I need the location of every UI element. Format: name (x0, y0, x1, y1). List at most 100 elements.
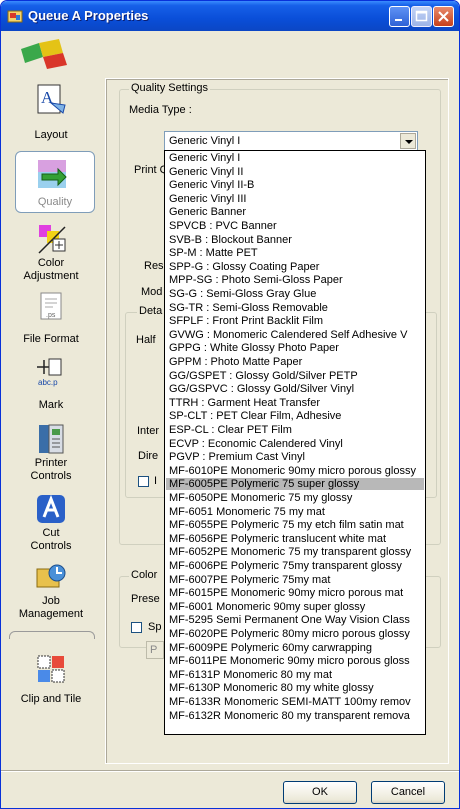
media-option[interactable]: PGVP : Premium Cast Vinyl (166, 451, 424, 463)
media-option[interactable]: MF-6010PE Monomeric 90my micro porous gl… (166, 465, 424, 477)
media-type-label: Media Type : (129, 104, 192, 116)
detail-group-title: Deta (137, 305, 164, 317)
sidebar-item-cut-controls[interactable]: Cut Controls (1, 493, 101, 553)
properties-window: Queue A Properties A Layout Quality Colo… (0, 0, 460, 809)
spot-color-label: Sp (148, 621, 162, 633)
media-option[interactable]: SPP-G : Glossy Coating Paper (166, 261, 424, 273)
sidebar-label-color-adjustment: Color Adjustment (23, 257, 79, 282)
spot-color-checkbox[interactable] (131, 622, 142, 633)
media-option[interactable]: MF-6056PE Polymeric translucent white ma… (166, 533, 424, 545)
cancel-button[interactable]: Cancel (371, 781, 445, 804)
mode-label: Mod (141, 286, 163, 298)
media-option[interactable]: MF-6001 Monomeric 90my super glossy (166, 601, 424, 613)
cut-controls-icon (37, 494, 65, 523)
media-type-dropdown[interactable]: Generic Vinyl I Generic Vinyl II Generic V… (164, 150, 426, 735)
media-option[interactable]: MF-6015PE Monomeric 90my micro porous ma… (166, 587, 424, 599)
sidebar-item-clip-and-tile[interactable]: Clip and Tile (1, 653, 101, 709)
media-option[interactable]: Generic Vinyl II (166, 166, 424, 178)
minimize-button[interactable] (389, 6, 410, 27)
interpolation-label: Inter (137, 425, 160, 437)
detail-checkbox[interactable] (138, 476, 149, 487)
sidebar-label-printer-controls: Printer Controls (30, 457, 72, 482)
resolution-label: Res (144, 260, 164, 272)
media-type-value: Generic Vinyl I (169, 135, 241, 147)
media-option[interactable]: SP-CLT : PET Clear Film, Adhesive (166, 410, 424, 422)
media-option[interactable]: Generic Vinyl I (166, 152, 424, 164)
media-option[interactable]: SFPLF : Front Print Backlit Film (166, 315, 424, 327)
maximize-button[interactable] (411, 6, 432, 27)
sidebar-item-job-management[interactable]: Job Management (1, 561, 101, 621)
app-icon (7, 10, 23, 23)
media-option[interactable]: Generic Vinyl III (166, 193, 424, 205)
media-option[interactable]: MF-6131P Monomeric 80 my mat (166, 669, 424, 681)
media-option[interactable]: MF-6009PE Polymeric 60my carwrapping (166, 642, 424, 654)
media-option[interactable]: ESP-CL : Clear PET Film (166, 424, 424, 436)
sidebar: A Layout Quality Color Adjustment .ps Fi… (1, 79, 101, 729)
close-button[interactable] (433, 6, 454, 27)
sidebar-item-mark[interactable]: abc.p Mark (1, 357, 101, 413)
media-option[interactable]: MF-6007PE Polymeric 75my mat (166, 574, 424, 586)
media-option[interactable]: GG/GSPVC : Glossy Gold/Silver Vinyl (166, 383, 424, 395)
media-option[interactable]: SG-TR : Semi-Gloss Removable (166, 302, 424, 314)
ok-button[interactable]: OK (283, 781, 357, 804)
quality-settings-title: Quality Settings (129, 82, 211, 94)
media-option[interactable]: SVB-B : Blockout Banner (166, 234, 424, 246)
media-option[interactable]: MF-6133R Monomeric SEMI-MATT 100my remov (166, 696, 424, 708)
media-option[interactable]: ECVP : Economic Calendered Vinyl (166, 438, 424, 450)
quality-icon (38, 160, 67, 188)
sidebar-label-layout: Layout (34, 129, 68, 141)
media-option[interactable]: SG-G : Semi-Gloss Gray Glue (166, 288, 424, 300)
sidebar-label-mark: Mark (38, 399, 64, 411)
media-option[interactable]: MF-6052PE Monomeric 75 my transparent gl… (166, 546, 424, 558)
color-profile-button[interactable]: P (146, 641, 164, 659)
media-option[interactable]: MF-6130P Monomeric 80 my white glossy (166, 682, 424, 694)
media-option[interactable]: GVWG : Monomeric Calendered Self Adhesiv… (166, 329, 424, 341)
media-option[interactable]: MF-6005PE Polymeric 75 super glossy (166, 478, 424, 491)
brand-logo-icon (21, 39, 67, 69)
media-option[interactable]: GPPM : Photo Matte Paper (166, 356, 424, 368)
media-option[interactable]: Generic Vinyl II-B (166, 179, 424, 191)
media-option[interactable]: MF-6011PE Monomeric 90my micro porous gl… (166, 655, 424, 667)
job-management-icon (36, 564, 66, 588)
sidebar-item-color-adjustment[interactable]: Color Adjustment (1, 223, 101, 283)
media-option[interactable]: MPP-SG : Photo Semi-Gloss Paper (166, 274, 424, 286)
media-option[interactable]: MF-6055PE Polymeric 75 my etch film sati… (166, 519, 424, 531)
sidebar-label-file-format: File Format (23, 333, 79, 345)
sidebar-label-cut-controls: Cut Controls (30, 527, 72, 552)
media-option[interactable]: MF-6050PE Monomeric 75 my glossy (166, 492, 424, 504)
sidebar-item-quality[interactable]: Quality (15, 151, 95, 213)
media-option[interactable]: TTRH : Garment Heat Transfer (166, 397, 424, 409)
sidebar-label-job-management: Job Management (18, 595, 84, 620)
sidebar-label-clip-and-tile: Clip and Tile (20, 693, 82, 705)
title-bar[interactable]: Queue A Properties (1, 1, 459, 31)
chevron-down-icon[interactable] (400, 133, 416, 149)
sidebar-label-quality: Quality (37, 196, 73, 208)
color-group-title: Color (129, 569, 164, 581)
media-option[interactable]: MF-6051 Monomeric 75 my mat (166, 506, 424, 518)
maximize-icon (415, 10, 428, 22)
clip-and-tile-icon (37, 655, 65, 683)
layout-icon: A (37, 84, 66, 114)
close-icon (438, 11, 449, 22)
print-quality-label: Print Q (134, 164, 164, 176)
window-title: Queue A Properties (28, 8, 149, 23)
preset-label: Prese (131, 593, 160, 605)
svg-text:abc.p: abc.p (38, 378, 58, 387)
printer-controls-icon (39, 424, 64, 454)
detail-checkbox-label: I (154, 475, 158, 487)
sidebar-item-layout[interactable]: A Layout (1, 83, 101, 145)
halftone-label: Half (136, 334, 156, 346)
media-option[interactable]: GG/GSPET : Glossy Gold/Silver PETP (166, 370, 424, 382)
sidebar-item-printer-controls[interactable]: Printer Controls (1, 423, 101, 483)
direction-label: Dire (138, 450, 159, 462)
media-option[interactable]: GPPG : White Glossy Photo Paper (166, 342, 424, 354)
media-option[interactable]: MF-6132R Monomeric 80 my transparent rem… (166, 710, 424, 722)
media-type-select[interactable]: Generic Vinyl I (164, 131, 418, 151)
media-option[interactable]: MF-6020PE Polymeric 80my micro porous gl… (166, 628, 424, 640)
media-option[interactable]: SPVCB : PVC Banner (166, 220, 424, 232)
media-option[interactable]: Generic Banner (166, 206, 424, 218)
sidebar-item-file-format[interactable]: .ps File Format (1, 291, 101, 347)
media-option[interactable]: SP-M : Matte PET (166, 247, 424, 259)
media-option[interactable]: MF-5295 Semi Permanent One Way Vision Cl… (166, 614, 424, 626)
media-option[interactable]: MF-6006PE Polymeric 75my transparent glo… (166, 560, 424, 572)
